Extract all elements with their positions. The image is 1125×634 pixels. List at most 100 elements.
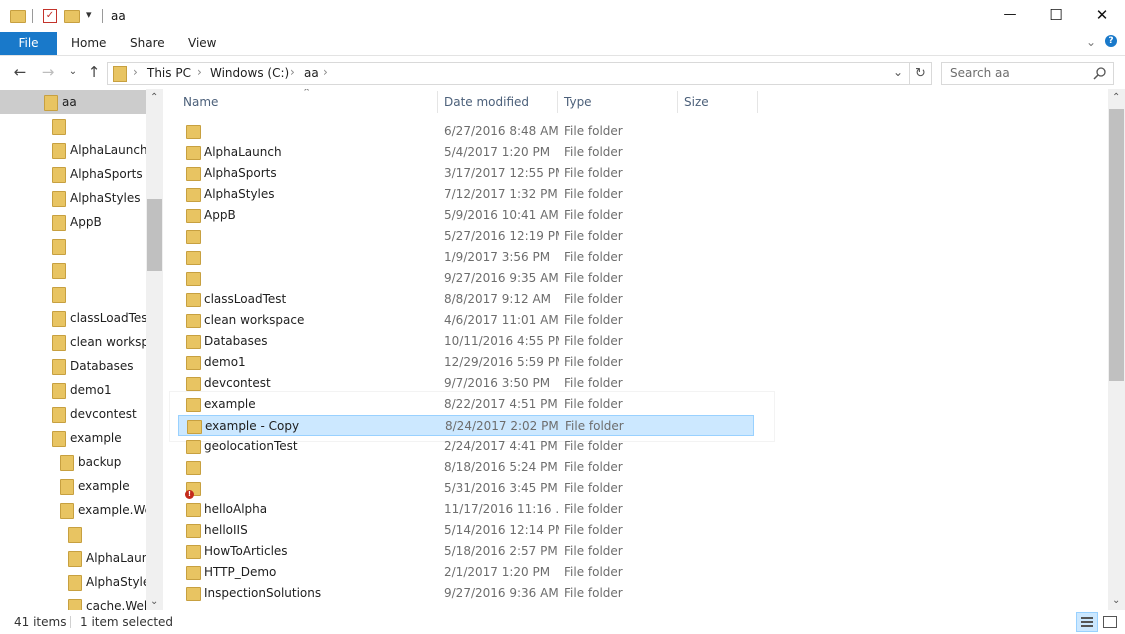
nav-tree-item[interactable]: AlphaStyles [0, 570, 157, 594]
file-row[interactable]: 8/18/2016 5:24 PM File folder [178, 457, 754, 478]
nav-tree-item[interactable]: AlphaStyles [0, 186, 146, 210]
nav-scrollbar[interactable]: ⌃ ⌄ [146, 89, 163, 610]
nav-scrollbar-thumb[interactable] [147, 199, 162, 271]
item-count: 41 items [14, 615, 67, 629]
nav-tree-item-label: backup [78, 455, 122, 469]
nav-tree-item[interactable]: AlphaLaun [0, 546, 149, 570]
nav-tree-item[interactable]: AlphaLaunch [0, 138, 148, 162]
file-list-scrollbar-thumb[interactable] [1109, 109, 1124, 381]
address-history-chevron-icon[interactable]: ⌄ [893, 65, 903, 79]
folder-icon [52, 239, 66, 255]
close-button[interactable]: ✕ [1079, 0, 1125, 32]
maximize-button[interactable]: ☐ [1033, 0, 1079, 32]
details-view-icon[interactable] [1076, 612, 1098, 632]
file-row[interactable]: example 8/22/2017 4:51 PM File folder [178, 394, 754, 415]
breadcrumb-aa[interactable]: aa [304, 66, 319, 80]
tab-share[interactable]: Share [130, 32, 165, 55]
nav-tree-item[interactable]: AppB [0, 210, 146, 234]
chevron-right-icon[interactable]: › [323, 65, 328, 79]
nav-tree-item[interactable]: devcontest [0, 402, 146, 426]
nav-tree-item[interactable] [0, 114, 146, 138]
scroll-up-arrow-icon[interactable]: ⌃ [150, 92, 158, 103]
file-type: File folder [564, 355, 623, 369]
nav-tree-item[interactable]: backup [0, 450, 146, 474]
breadcrumb-windows-c[interactable]: Windows (C:) [210, 66, 289, 80]
scroll-up-arrow-icon[interactable]: ⌃ [1112, 92, 1120, 103]
folder-icon [52, 359, 66, 375]
file-row[interactable]: AlphaStyles 7/12/2017 1:32 PM File folder [178, 184, 754, 205]
search-input[interactable]: Search aa [941, 62, 1114, 85]
nav-tree-item-label: example [78, 479, 130, 493]
file-row[interactable]: HTTP_Demo 2/1/2017 1:20 PM File folder [178, 562, 754, 583]
file-row[interactable]: helloIIS 5/14/2016 12:14 PM File folder [178, 520, 754, 541]
folder-icon [52, 191, 66, 207]
properties-icon[interactable]: ✓ [43, 9, 57, 23]
folder-icon [10, 10, 26, 23]
file-row[interactable]: InspectionSolutions 9/27/2016 9:36 AM File… [178, 583, 754, 604]
file-date-modified: 5/31/2016 3:45 PM [444, 481, 558, 495]
file-row[interactable]: AppB 5/9/2016 10:41 AM File folder [178, 205, 754, 226]
breadcrumb-this-pc[interactable]: This PC [147, 66, 191, 80]
file-row[interactable]: geolocationTest 2/24/2017 4:41 PM File fol… [178, 436, 754, 457]
tab-view[interactable]: View [188, 32, 216, 55]
file-row[interactable]: example - Copy 8/24/2017 2:02 PM File fold… [178, 415, 754, 436]
file-row[interactable]: 6/27/2016 8:48 AM File folder [178, 121, 754, 142]
nav-tree-item[interactable] [0, 282, 146, 306]
quick-access-customize-dropdown[interactable]: ▾ [86, 8, 92, 21]
file-date-modified: 8/22/2017 4:51 PM [444, 397, 558, 411]
folder-icon [52, 335, 66, 351]
file-row[interactable]: 1/9/2017 3:56 PM File folder [178, 247, 754, 268]
nav-tree-item[interactable]: aa [0, 90, 146, 114]
file-type: File folder [564, 502, 623, 516]
file-list-scrollbar[interactable]: ⌃ ⌄ [1108, 89, 1125, 610]
expand-ribbon-chevron-icon[interactable]: ⌄ [1086, 35, 1096, 49]
nav-tree-item[interactable] [0, 234, 146, 258]
file-row[interactable]: 9/27/2016 9:35 AM File folder [178, 268, 754, 289]
refresh-button[interactable]: ↻ [909, 62, 932, 85]
file-date-modified: 2/24/2017 4:41 PM [444, 439, 558, 453]
back-button[interactable]: ← [11, 63, 29, 81]
file-row[interactable]: Databases 10/11/2016 4:55 PM File folder [178, 331, 754, 352]
help-icon[interactable]: ? [1105, 35, 1117, 47]
minimize-button[interactable]: — [987, 0, 1033, 32]
search-icon[interactable] [1093, 67, 1106, 80]
nav-tree-item[interactable]: example [0, 474, 146, 498]
nav-tree-item[interactable]: Databases [0, 354, 146, 378]
chevron-right-icon[interactable]: › [197, 65, 202, 79]
file-row[interactable]: 5/27/2016 12:19 PM File folder [178, 226, 754, 247]
file-row[interactable]: helloAlpha 11/17/2016 11:16 ... File folde… [178, 499, 754, 520]
file-row[interactable]: AlphaSports 3/17/2017 12:55 PM File folder [178, 163, 754, 184]
nav-tree-item[interactable]: example [0, 426, 146, 450]
tab-file[interactable]: File [0, 32, 57, 55]
file-row[interactable]: devcontest 9/7/2016 3:50 PM File folder [178, 373, 754, 394]
large-icons-view-icon[interactable] [1101, 613, 1117, 629]
chevron-right-icon[interactable]: › [133, 65, 138, 79]
nav-tree-item[interactable] [0, 258, 146, 282]
scroll-down-arrow-icon[interactable]: ⌄ [1112, 595, 1120, 606]
nav-tree-item-label: classLoadTest [70, 311, 153, 325]
nav-tree-item[interactable]: classLoadTest [0, 306, 152, 330]
nav-tree-item[interactable]: example.Web [0, 498, 160, 522]
file-name: example - Copy [205, 419, 300, 433]
file-row[interactable]: AlphaLaunch 5/4/2017 1:20 PM File folder [178, 142, 754, 163]
nav-tree-item[interactable]: AlphaSports [0, 162, 146, 186]
file-name: example [204, 397, 256, 411]
nav-tree-item[interactable]: clean workspa [0, 330, 156, 354]
recent-locations-chevron-icon[interactable]: ⌄ [64, 63, 82, 81]
chevron-right-icon[interactable]: › [290, 65, 295, 79]
folder-icon [186, 146, 201, 160]
tab-home[interactable]: Home [71, 32, 106, 55]
file-row[interactable]: HowToArticles 5/18/2016 2:57 PM File folde… [178, 541, 754, 562]
file-row[interactable]: classLoadTest 8/8/2017 9:12 AM File folder [178, 289, 754, 310]
forward-button[interactable]: → [39, 63, 57, 81]
address-bar[interactable]: › This PC › Windows (C:) › aa › ⌄ [107, 62, 910, 85]
nav-tree-item[interactable] [0, 522, 146, 546]
file-row[interactable]: demo1 12/29/2016 5:59 PM File folder [178, 352, 754, 373]
new-folder-icon[interactable] [64, 10, 80, 23]
nav-tree-item[interactable]: cache.Web [0, 594, 152, 610]
scroll-down-arrow-icon[interactable]: ⌄ [150, 596, 158, 607]
nav-tree-item[interactable]: demo1 [0, 378, 146, 402]
file-row[interactable]: ! 5/31/2016 3:45 PM File folder [178, 478, 754, 499]
file-row[interactable]: clean workspace 4/6/2017 11:01 AM File fol… [178, 310, 754, 331]
up-button[interactable]: ↑ [85, 63, 103, 81]
